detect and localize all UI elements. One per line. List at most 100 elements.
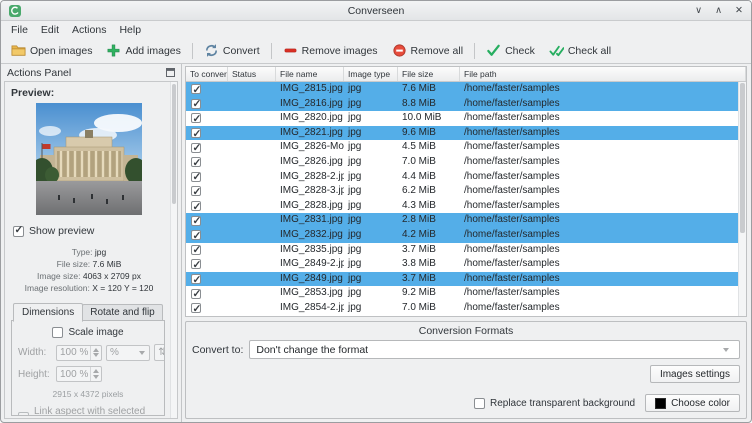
- cell-file-name: IMG_2815.jpg: [276, 82, 344, 97]
- info-type: Type: jpg: [11, 246, 167, 258]
- row-checkbox[interactable]: [191, 128, 201, 138]
- add-images-label: Add images: [125, 45, 180, 57]
- check-button[interactable]: Check: [480, 40, 541, 61]
- open-images-button[interactable]: Open images: [5, 40, 98, 61]
- link-aspect-label: Link aspect with selected image: [34, 406, 164, 416]
- scale-image-checkbox[interactable]: [52, 327, 63, 338]
- table-row[interactable]: IMG_2828.jpg jpg 4.3 MiB /home/faster/sa…: [186, 199, 738, 214]
- menu-help[interactable]: Help: [113, 23, 147, 37]
- cell-status: [228, 286, 276, 301]
- format-combobox[interactable]: Don't change the format: [249, 340, 740, 359]
- table-row[interactable]: IMG_2831.jpg jpg 2.8 MiB /home/faster/sa…: [186, 213, 738, 228]
- width-spinbox[interactable]: 100 %: [56, 345, 102, 361]
- spin-arrows-icon[interactable]: [90, 367, 101, 381]
- swap-dimensions-button[interactable]: ⇅: [154, 344, 165, 361]
- add-images-button[interactable]: Add images: [100, 40, 186, 61]
- cell-image-type: jpg: [344, 140, 398, 155]
- row-checkbox[interactable]: [191, 259, 201, 269]
- table-row[interactable]: IMG_2816.jpg jpg 8.8 MiB /home/faster/sa…: [186, 97, 738, 112]
- cell-file-name: IMG_2828-2.jpg: [276, 170, 344, 185]
- check-all-button[interactable]: Check all: [543, 40, 617, 61]
- close-button[interactable]: ✕: [735, 5, 743, 16]
- table-row[interactable]: IMG_2826-Mo... jpg 4.5 MiB /home/faster/…: [186, 140, 738, 155]
- tab-rotate-flip[interactable]: Rotate and flip: [82, 304, 163, 321]
- row-checkbox[interactable]: [191, 186, 201, 196]
- maximize-button[interactable]: ∧: [715, 5, 722, 16]
- row-checkbox[interactable]: [191, 245, 201, 255]
- table-row[interactable]: IMG_2828-2.jpg jpg 4.4 MiB /home/faster/…: [186, 170, 738, 185]
- check-icon: [486, 43, 501, 58]
- remove-images-button[interactable]: Remove images: [277, 40, 384, 61]
- cell-to-convert: [186, 82, 228, 97]
- spin-arrows-icon[interactable]: [90, 346, 101, 360]
- menu-edit[interactable]: Edit: [35, 23, 65, 37]
- cell-file-name: IMG_2820.jpg: [276, 111, 344, 126]
- table-row[interactable]: IMG_2815.jpg jpg 7.6 MiB /home/faster/sa…: [186, 82, 738, 97]
- column-header-file-name[interactable]: File name: [276, 67, 344, 81]
- row-checkbox[interactable]: [191, 99, 201, 109]
- row-checkbox[interactable]: [191, 289, 201, 299]
- chevron-down-icon: [139, 351, 145, 358]
- menu-actions[interactable]: Actions: [66, 23, 112, 37]
- column-header-image-type[interactable]: Image type: [344, 67, 398, 81]
- cell-image-type: jpg: [344, 170, 398, 185]
- cell-file-name: IMG_2826.jpg: [276, 155, 344, 170]
- table-row[interactable]: IMG_2828-3.jpg jpg 6.2 MiB /home/faster/…: [186, 184, 738, 199]
- table-row[interactable]: IMG_2820.jpg jpg 10.0 MiB /home/faster/s…: [186, 111, 738, 126]
- choose-color-button[interactable]: Choose color: [645, 394, 740, 412]
- conversion-formats-groupbox: Conversion Formats Convert to: Don't cha…: [185, 321, 747, 419]
- remove-all-button[interactable]: Remove all: [386, 40, 470, 61]
- row-checkbox[interactable]: [191, 84, 201, 94]
- convert-icon: [204, 43, 219, 58]
- dimensions-grid: Width: 100 % % ⇅ Height:: [18, 344, 160, 382]
- replace-transparent-checkbox[interactable]: [474, 398, 485, 409]
- cell-status: [228, 111, 276, 126]
- column-header-file-path[interactable]: File path: [460, 67, 746, 81]
- row-checkbox[interactable]: [191, 274, 201, 284]
- column-header-status[interactable]: Status: [228, 67, 276, 81]
- unit-combobox[interactable]: %: [106, 345, 150, 361]
- cell-status: [228, 170, 276, 185]
- row-checkbox[interactable]: [191, 157, 201, 167]
- row-checkbox[interactable]: [191, 143, 201, 153]
- convert-button[interactable]: Convert: [198, 40, 266, 61]
- row-checkbox[interactable]: [191, 172, 201, 182]
- titlebar[interactable]: Converseen ∨ ∧ ✕: [1, 1, 751, 21]
- cell-status: [228, 228, 276, 243]
- toolbar: Open images Add images Convert Remove im…: [1, 38, 751, 64]
- width-label: Width:: [18, 347, 52, 358]
- table-row[interactable]: IMG_2835.jpg jpg 3.7 MiB /home/faster/sa…: [186, 243, 738, 258]
- row-checkbox[interactable]: [191, 201, 201, 211]
- minimize-button[interactable]: ∨: [695, 5, 702, 16]
- column-header-file-size[interactable]: File size: [398, 67, 460, 81]
- row-checkbox[interactable]: [191, 113, 201, 123]
- height-spinbox[interactable]: 100 %: [56, 366, 102, 382]
- table-row[interactable]: IMG_2821.jpg jpg 9.6 MiB /home/faster/sa…: [186, 126, 738, 141]
- table-row[interactable]: IMG_2826.jpg jpg 7.0 MiB /home/faster/sa…: [186, 155, 738, 170]
- cell-status: [228, 257, 276, 272]
- row-checkbox[interactable]: [191, 216, 201, 226]
- actions-panel: Actions Panel Preview:: [1, 64, 182, 422]
- link-aspect-checkbox[interactable]: [18, 412, 29, 417]
- table-row[interactable]: IMG_2849-2.jpg jpg 3.8 MiB /home/faster/…: [186, 257, 738, 272]
- float-panel-icon[interactable]: [166, 68, 175, 77]
- cell-file-size: 7.6 MiB: [398, 82, 460, 97]
- menu-file[interactable]: File: [5, 23, 34, 37]
- table-scrollbar-handle[interactable]: [740, 83, 745, 233]
- table-row[interactable]: IMG_2832.jpg jpg 4.2 MiB /home/faster/sa…: [186, 228, 738, 243]
- color-swatch-icon: [655, 398, 666, 409]
- table-row[interactable]: IMG_2849.jpg jpg 3.7 MiB /home/faster/sa…: [186, 272, 738, 287]
- panel-scrollbar-handle[interactable]: [172, 84, 176, 204]
- show-preview-checkbox[interactable]: [13, 226, 24, 237]
- table-row[interactable]: IMG_2854-2.jpg jpg 7.0 MiB /home/faster/…: [186, 301, 738, 316]
- row-checkbox[interactable]: [191, 303, 201, 313]
- cell-image-type: jpg: [344, 82, 398, 97]
- table-scrollbar[interactable]: [738, 82, 746, 316]
- images-settings-button[interactable]: Images settings: [650, 365, 740, 383]
- table-row[interactable]: IMG_2853.jpg jpg 9.2 MiB /home/faster/sa…: [186, 286, 738, 301]
- tab-dimensions[interactable]: Dimensions: [13, 303, 83, 322]
- column-header-to-convert[interactable]: To convert: [186, 67, 228, 81]
- row-checkbox[interactable]: [191, 230, 201, 240]
- panel-scrollbar[interactable]: [170, 82, 177, 418]
- cell-status: [228, 272, 276, 287]
